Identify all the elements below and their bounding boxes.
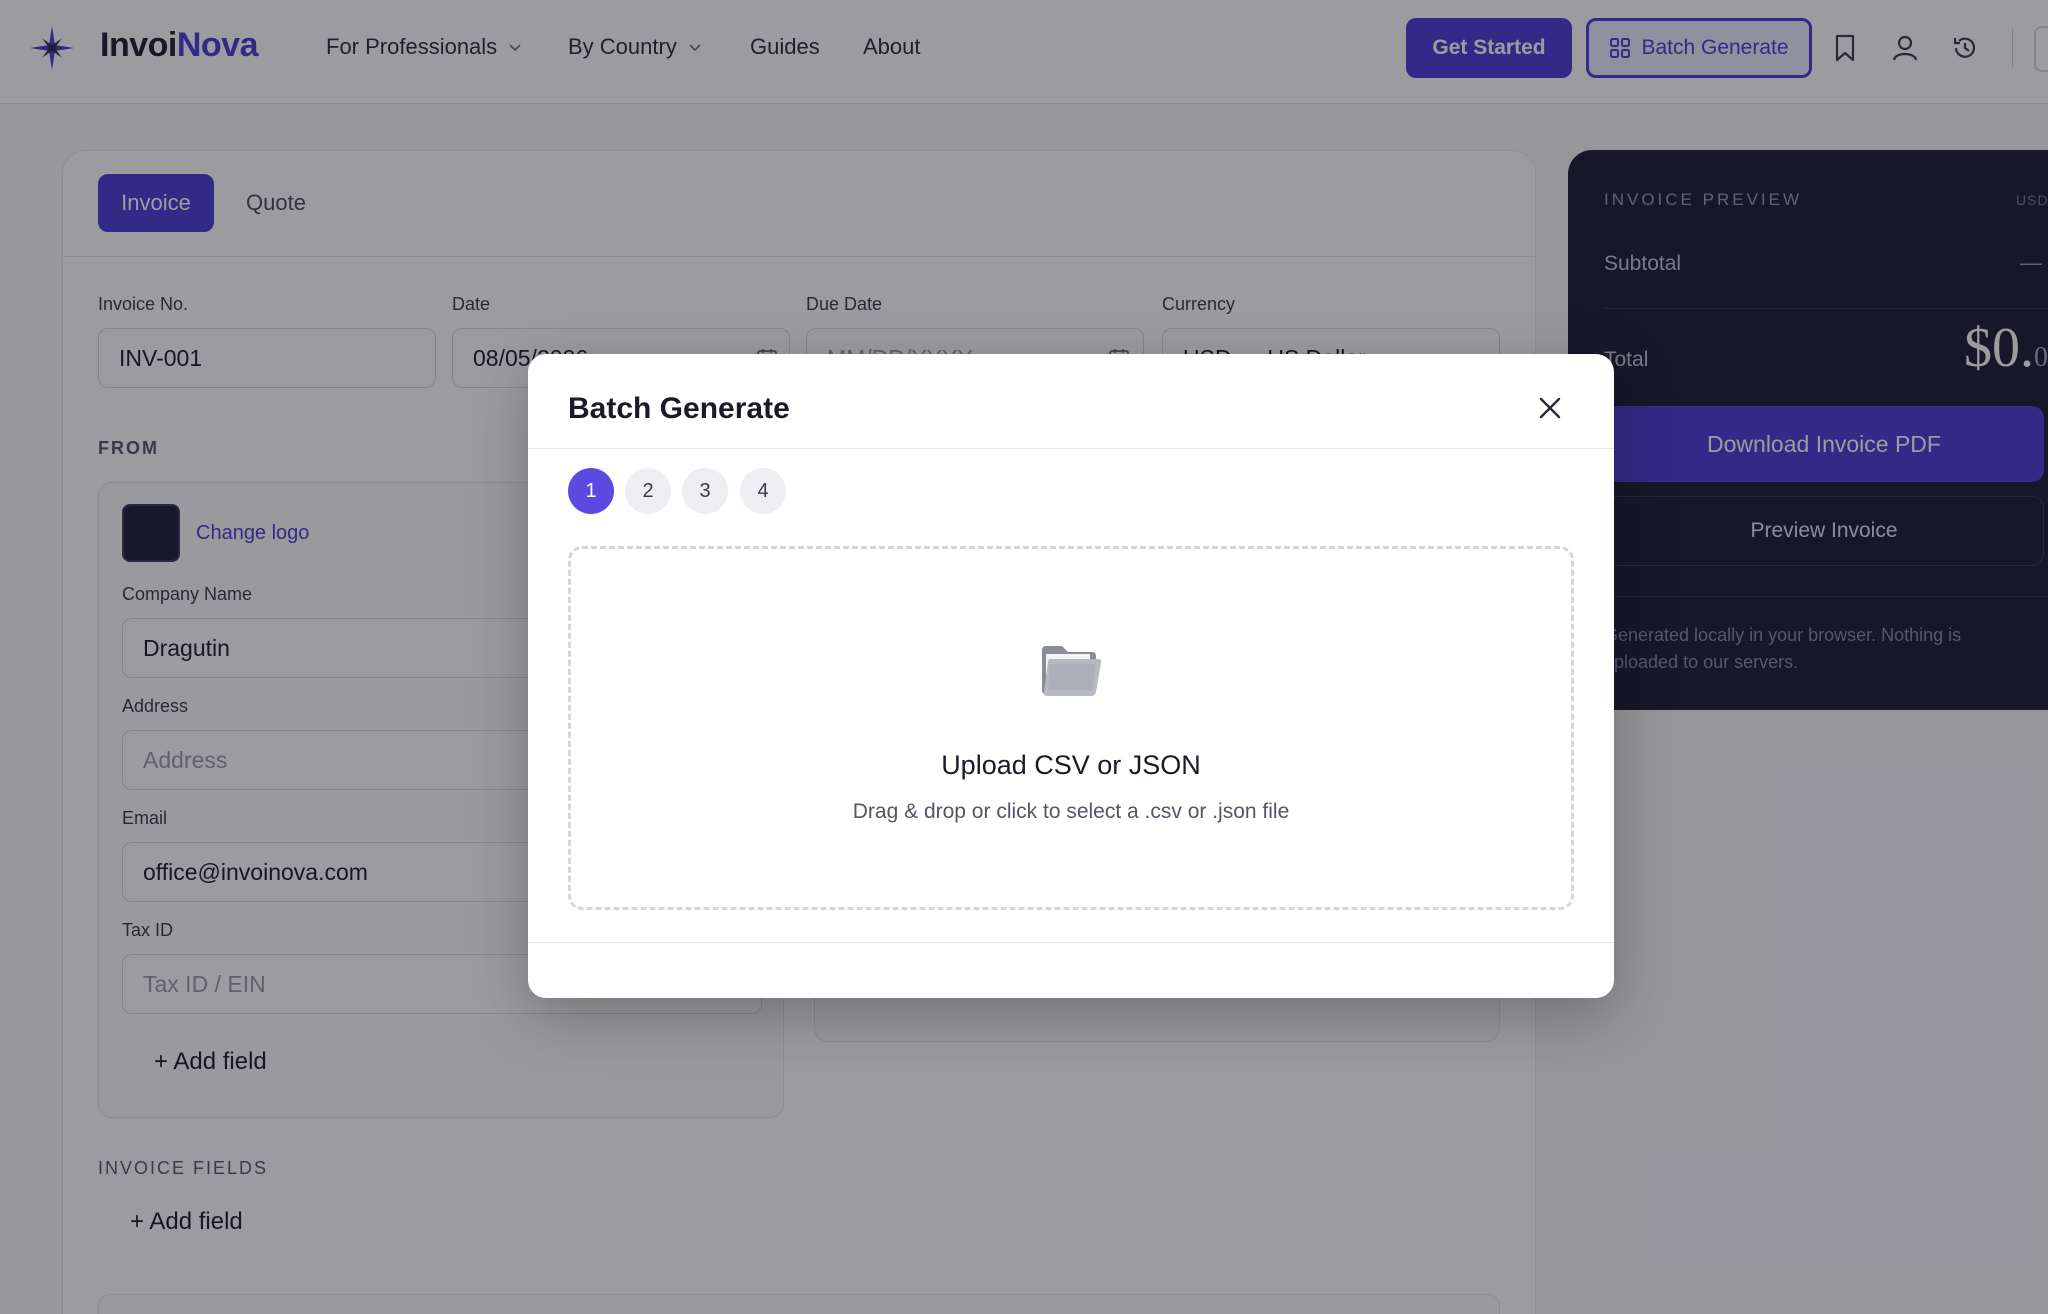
step-1[interactable]: 1 (568, 468, 614, 514)
upload-subtitle: Drag & drop or click to select a .csv or… (852, 800, 1290, 823)
step-2[interactable]: 2 (625, 468, 671, 514)
modal-header-divider (528, 448, 1614, 449)
step-4[interactable]: 4 (740, 468, 786, 514)
modal-title: Batch Generate (568, 392, 790, 425)
folder-icon (1042, 646, 1102, 696)
modal-footer-divider (528, 942, 1614, 943)
step-3[interactable]: 3 (682, 468, 728, 514)
file-dropzone[interactable] (568, 546, 1574, 910)
upload-title: Upload CSV or JSON (941, 750, 1201, 780)
close-icon[interactable] (1536, 394, 1564, 422)
